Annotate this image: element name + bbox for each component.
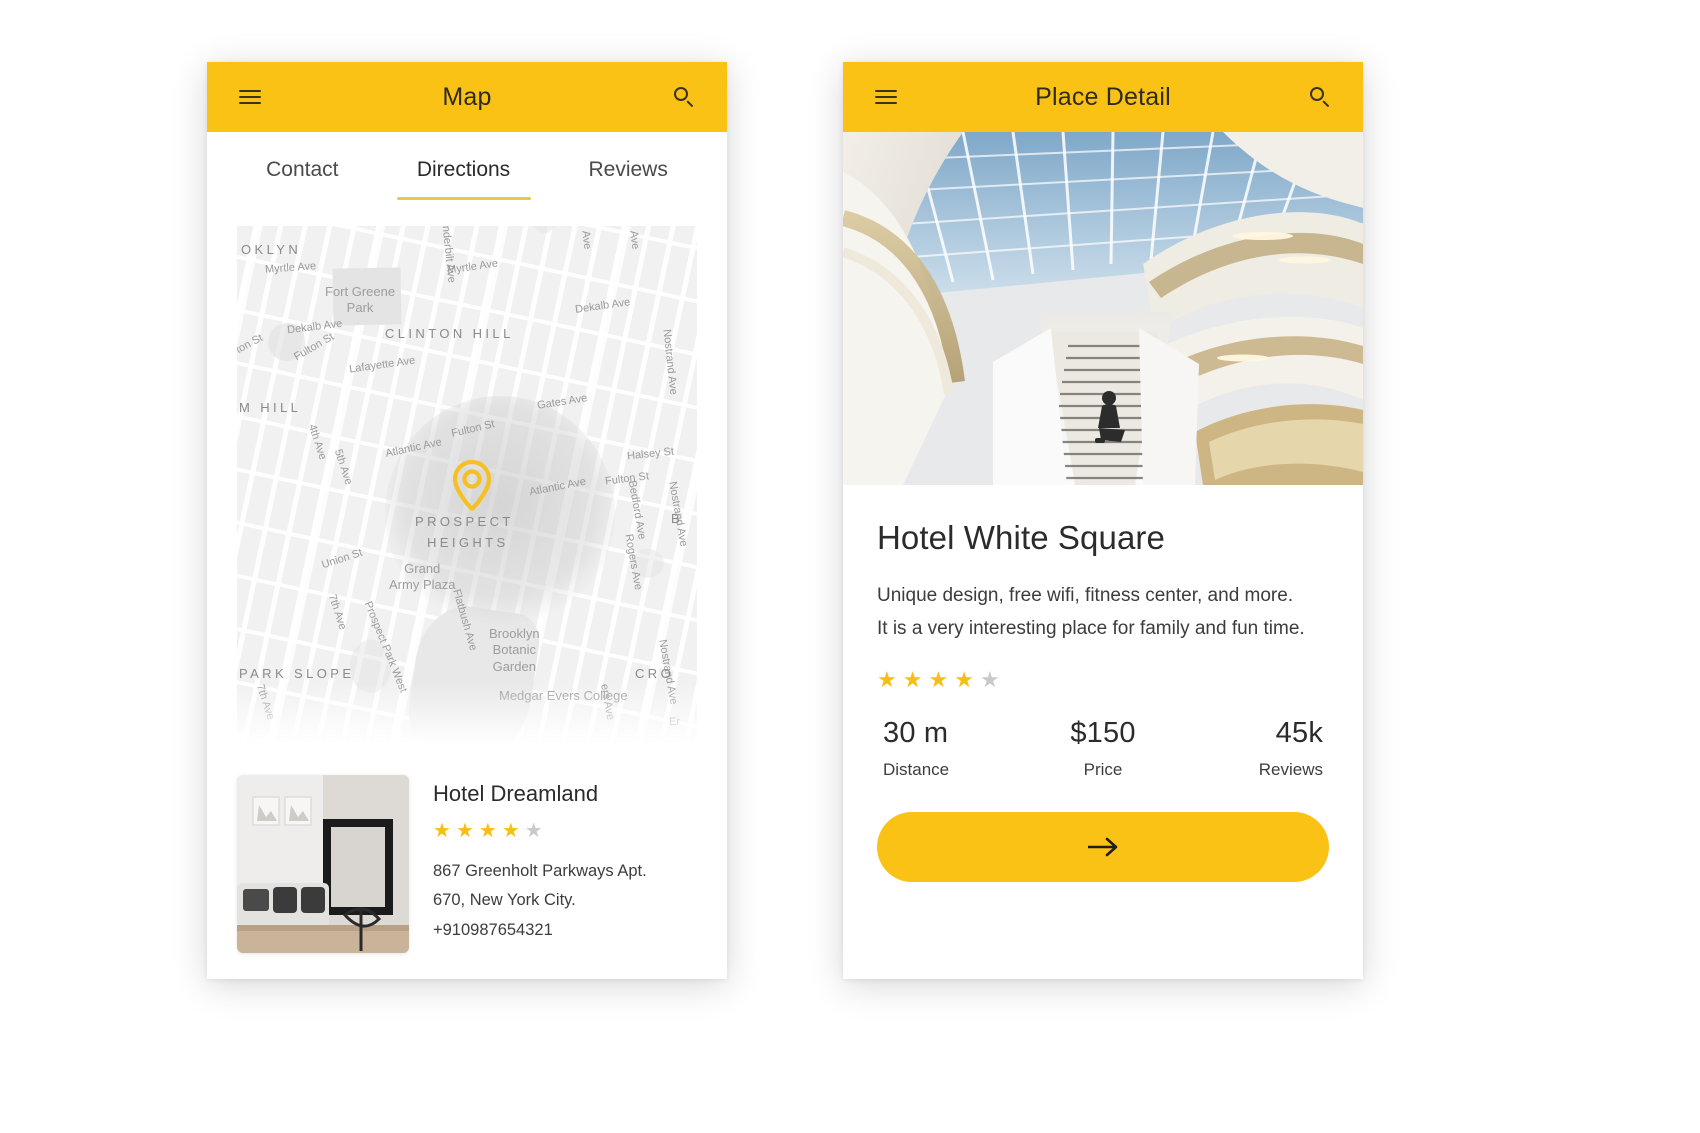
stats-row: 30 m Distance $150 Price 45k Reviews bbox=[877, 717, 1329, 780]
map-view[interactable]: Myrtle Ave Vanderbilt Ave Myrtle Ave Ave Ave… bbox=[237, 226, 697, 753]
map-label: PROSPECT bbox=[415, 514, 514, 529]
place-description: Unique design, free wifi, fitness center… bbox=[877, 585, 1305, 640]
search-icon[interactable] bbox=[1303, 80, 1337, 114]
map-label: Medgar Evers College bbox=[499, 688, 628, 703]
map-label: Grand Army Plaza bbox=[389, 561, 456, 593]
star-filled-icon: ★ bbox=[478, 820, 497, 842]
star-empty-icon: ★ bbox=[524, 820, 543, 842]
hero-image bbox=[843, 132, 1363, 485]
hotel-address: 867 Greenholt Parkways Apt. 670, New Yor… bbox=[433, 857, 647, 945]
price-label: Price bbox=[1083, 760, 1123, 780]
hamburger-icon[interactable] bbox=[869, 80, 903, 114]
location-pin-icon[interactable] bbox=[450, 458, 494, 514]
distance-label: Distance bbox=[883, 760, 950, 780]
tab-reviews[interactable]: Reviews bbox=[588, 158, 667, 200]
hotel-thumbnail bbox=[237, 775, 409, 953]
tab-contact[interactable]: Contact bbox=[266, 158, 338, 200]
continue-button[interactable] bbox=[877, 812, 1329, 883]
star-filled-icon: ★ bbox=[455, 820, 474, 842]
map-label: OKLYN bbox=[241, 242, 302, 257]
hamburger-icon[interactable] bbox=[233, 80, 267, 114]
map-label: CLINTON HILL bbox=[385, 326, 514, 341]
reviews-label: Reviews bbox=[1258, 760, 1324, 780]
star-empty-icon: ★ bbox=[979, 667, 1000, 693]
price-value: $150 bbox=[1070, 717, 1136, 750]
reviews-value: 45k bbox=[1275, 717, 1324, 750]
map-label: PARK SLOPE bbox=[239, 666, 355, 681]
map-title: Map bbox=[442, 82, 492, 111]
map-label: B bbox=[671, 511, 684, 526]
tab-directions[interactable]: Directions bbox=[417, 158, 510, 200]
detail-body: Hotel White Square Unique design, free w… bbox=[843, 485, 1363, 883]
rating-stars: ★ ★ ★ ★ ★ bbox=[877, 669, 1329, 691]
star-filled-icon: ★ bbox=[928, 667, 949, 693]
address-line-2: 670, New York City. bbox=[433, 891, 576, 910]
map-label: HEIGHTS bbox=[427, 535, 509, 550]
place-title: Hotel White Square bbox=[877, 519, 1165, 556]
map-appbar: Map bbox=[207, 62, 727, 132]
hotel-card[interactable]: Hotel Dreamland ★ ★ ★ ★ ★ 867 Greenholt Park… bbox=[207, 753, 727, 953]
star-filled-icon: ★ bbox=[954, 667, 974, 693]
stat-distance: 30 m Distance bbox=[877, 717, 1030, 780]
stat-reviews: 45k Reviews bbox=[1176, 717, 1329, 780]
hotel-info: Hotel Dreamland ★ ★ ★ ★ ★ 867 Greenholt Park… bbox=[433, 775, 647, 953]
star-filled-icon: ★ bbox=[501, 820, 520, 842]
map-screen: Map Contact Directions Reviews Myrtle Av… bbox=[207, 62, 727, 979]
search-icon[interactable] bbox=[667, 80, 701, 114]
screenshot-canvas: Map Contact Directions Reviews Myrtle Av… bbox=[0, 0, 1700, 1133]
map-label: Fort Greene Park bbox=[325, 284, 396, 316]
star-filled-icon: ★ bbox=[902, 667, 923, 693]
hotel-name: Hotel Dreamland bbox=[433, 781, 599, 806]
map-label: CRO bbox=[635, 666, 675, 681]
arrow-right-icon bbox=[1086, 836, 1120, 858]
map-label: Ave bbox=[579, 230, 594, 250]
detail-title-bar: Place Detail bbox=[1035, 82, 1171, 111]
distance-value: 30 m bbox=[883, 717, 949, 750]
star-filled-icon: ★ bbox=[433, 820, 451, 842]
map-label: Ave bbox=[627, 230, 642, 250]
map-label: M HILL bbox=[239, 400, 302, 415]
stat-price: $150 Price bbox=[1030, 717, 1177, 780]
star-filled-icon: ★ bbox=[877, 667, 897, 693]
detail-appbar: Place Detail bbox=[843, 62, 1363, 132]
map-label: Brooklyn Botanic Garden bbox=[489, 626, 540, 674]
map-tabs: Contact Directions Reviews bbox=[207, 132, 727, 220]
map-label: Er bbox=[669, 716, 680, 728]
place-detail-screen: Place Detail Hotel White Square Unique d… bbox=[843, 62, 1363, 979]
hotel-phone[interactable]: +910987654321 bbox=[433, 916, 647, 945]
address-line-1: 867 Greenholt Parkways Apt. bbox=[433, 862, 647, 880]
rating-stars: ★ ★ ★ ★ ★ bbox=[433, 821, 647, 841]
